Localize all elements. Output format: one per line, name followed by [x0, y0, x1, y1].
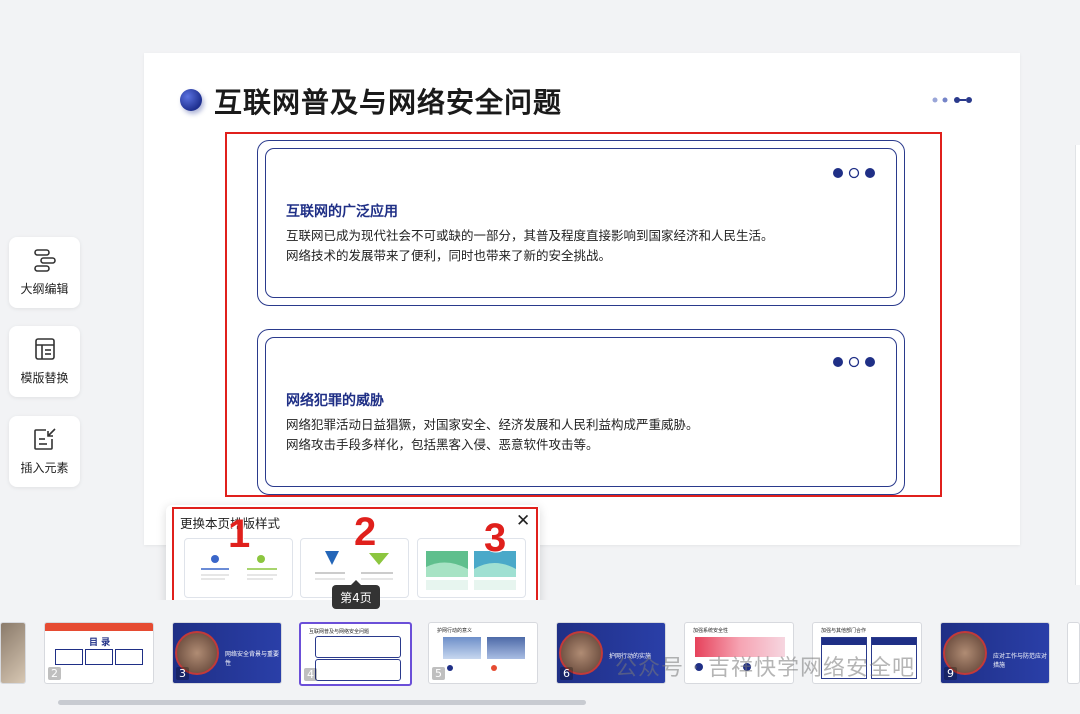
insert-element-button[interactable]: 插入元素 — [9, 416, 80, 487]
thumb-number: 3 — [176, 667, 189, 680]
slide-thumbnail[interactable] — [0, 622, 26, 684]
template-icon — [34, 338, 55, 360]
thumb-number: 2 — [48, 667, 61, 680]
card-dots-icon — [833, 356, 875, 368]
outline-edit-button[interactable]: 大纲编辑 — [9, 237, 80, 308]
thumb-number: 9 — [944, 667, 957, 680]
card-title: 网络犯罪的威胁 — [286, 393, 384, 409]
card-text-line: 网络攻击手段多样化，包括黑客入侵、恶意软件攻击等。 — [286, 437, 599, 452]
template-replace-label: 模版替换 — [20, 371, 69, 385]
insert-element-label: 插入元素 — [20, 461, 69, 475]
thumbnail-scrollbar[interactable] — [58, 700, 586, 705]
marker-number: 1 — [228, 512, 251, 556]
title-bullet-icon — [180, 89, 202, 111]
decorative-dots-icon — [932, 97, 972, 103]
slide-thumbnail[interactable]: 护网行动的意义 5 — [428, 622, 538, 684]
slide-thumbnail[interactable]: 网络安全背景与重要性 3 — [172, 622, 282, 684]
card-inner-border: 互联网的广泛应用 互联网已成为现代社会不可或缺的一部分，其普及程度直接影响到国家… — [265, 148, 897, 298]
thumb-title: 网络安全背景与重要性 — [225, 651, 280, 667]
slide-canvas[interactable]: 互联网普及与网络安全问题 互联网的广泛应用 互联网已成为现代社会不可或缺的一部分… — [144, 53, 1020, 545]
right-panel-edge — [1075, 145, 1080, 585]
card-title: 互联网的广泛应用 — [286, 204, 398, 220]
thumb-title: 应对工作与防范应对措施 — [993, 653, 1048, 669]
marker-number: 2 — [354, 510, 377, 554]
template-replace-button[interactable]: 模版替换 — [9, 326, 80, 397]
content-card-1[interactable]: 互联网的广泛应用 互联网已成为现代社会不可或缺的一部分，其普及程度直接影响到国家… — [257, 140, 905, 306]
insert-element-icon — [33, 428, 56, 450]
outline-icon — [33, 249, 56, 272]
card-text-line: 互联网已成为现代社会不可或缺的一部分，其普及程度直接影响到国家经济和人民生活。 — [286, 228, 774, 243]
slide-thumbnail[interactable]: 应对工作与防范应对措施 9 — [940, 622, 1050, 684]
slide-thumbnail-current[interactable]: 互联网普及与网络安全问题 4 — [299, 622, 412, 686]
page-tooltip: 第4页 — [332, 580, 380, 609]
outline-edit-label: 大纲编辑 — [20, 282, 69, 296]
thumb-title: 护网行动的意义 — [437, 628, 473, 634]
card-inner-border: 网络犯罪的威胁 网络犯罪活动日益猖獗，对国家安全、经济发展和人民利益构成严重威胁… — [265, 337, 897, 487]
thumb-title: 加强系统安全性 — [693, 628, 729, 634]
slide-thumbnail[interactable] — [1067, 622, 1080, 684]
content-card-2[interactable]: 网络犯罪的威胁 网络犯罪活动日益猖獗，对国家安全、经济发展和人民利益构成严重威胁… — [257, 329, 905, 495]
slide-thumbnail[interactable]: 目 录 2 — [44, 622, 154, 684]
card-text-line: 网络犯罪活动日益猖獗，对国家安全、经济发展和人民利益构成严重威胁。 — [286, 417, 699, 432]
thumb-title: 目 录 — [89, 638, 111, 648]
card-dots-icon — [833, 167, 875, 179]
thumb-number: 4 — [304, 668, 317, 681]
slide-title[interactable]: 互联网普及与网络安全问题 — [214, 81, 562, 121]
thumb-number: 5 — [432, 667, 445, 680]
thumb-title: 加强与其他部门合作 — [821, 628, 867, 634]
card-text-line: 网络技术的发展带来了便利，同时也带来了新的安全挑战。 — [286, 248, 612, 263]
thumb-title: 互联网普及与网络安全问题 — [309, 629, 370, 635]
thumb-number: 6 — [560, 667, 573, 680]
slide-thumbnail-strip[interactable]: 目 录 2 网络安全背景与重要性 3 互联网普及与网络安全问题 4 护网行动的意… — [0, 600, 1080, 714]
watermark-text: 公众号 · 吉祥快学网络安全吧 — [615, 656, 915, 681]
marker-number: 3 — [484, 516, 507, 560]
